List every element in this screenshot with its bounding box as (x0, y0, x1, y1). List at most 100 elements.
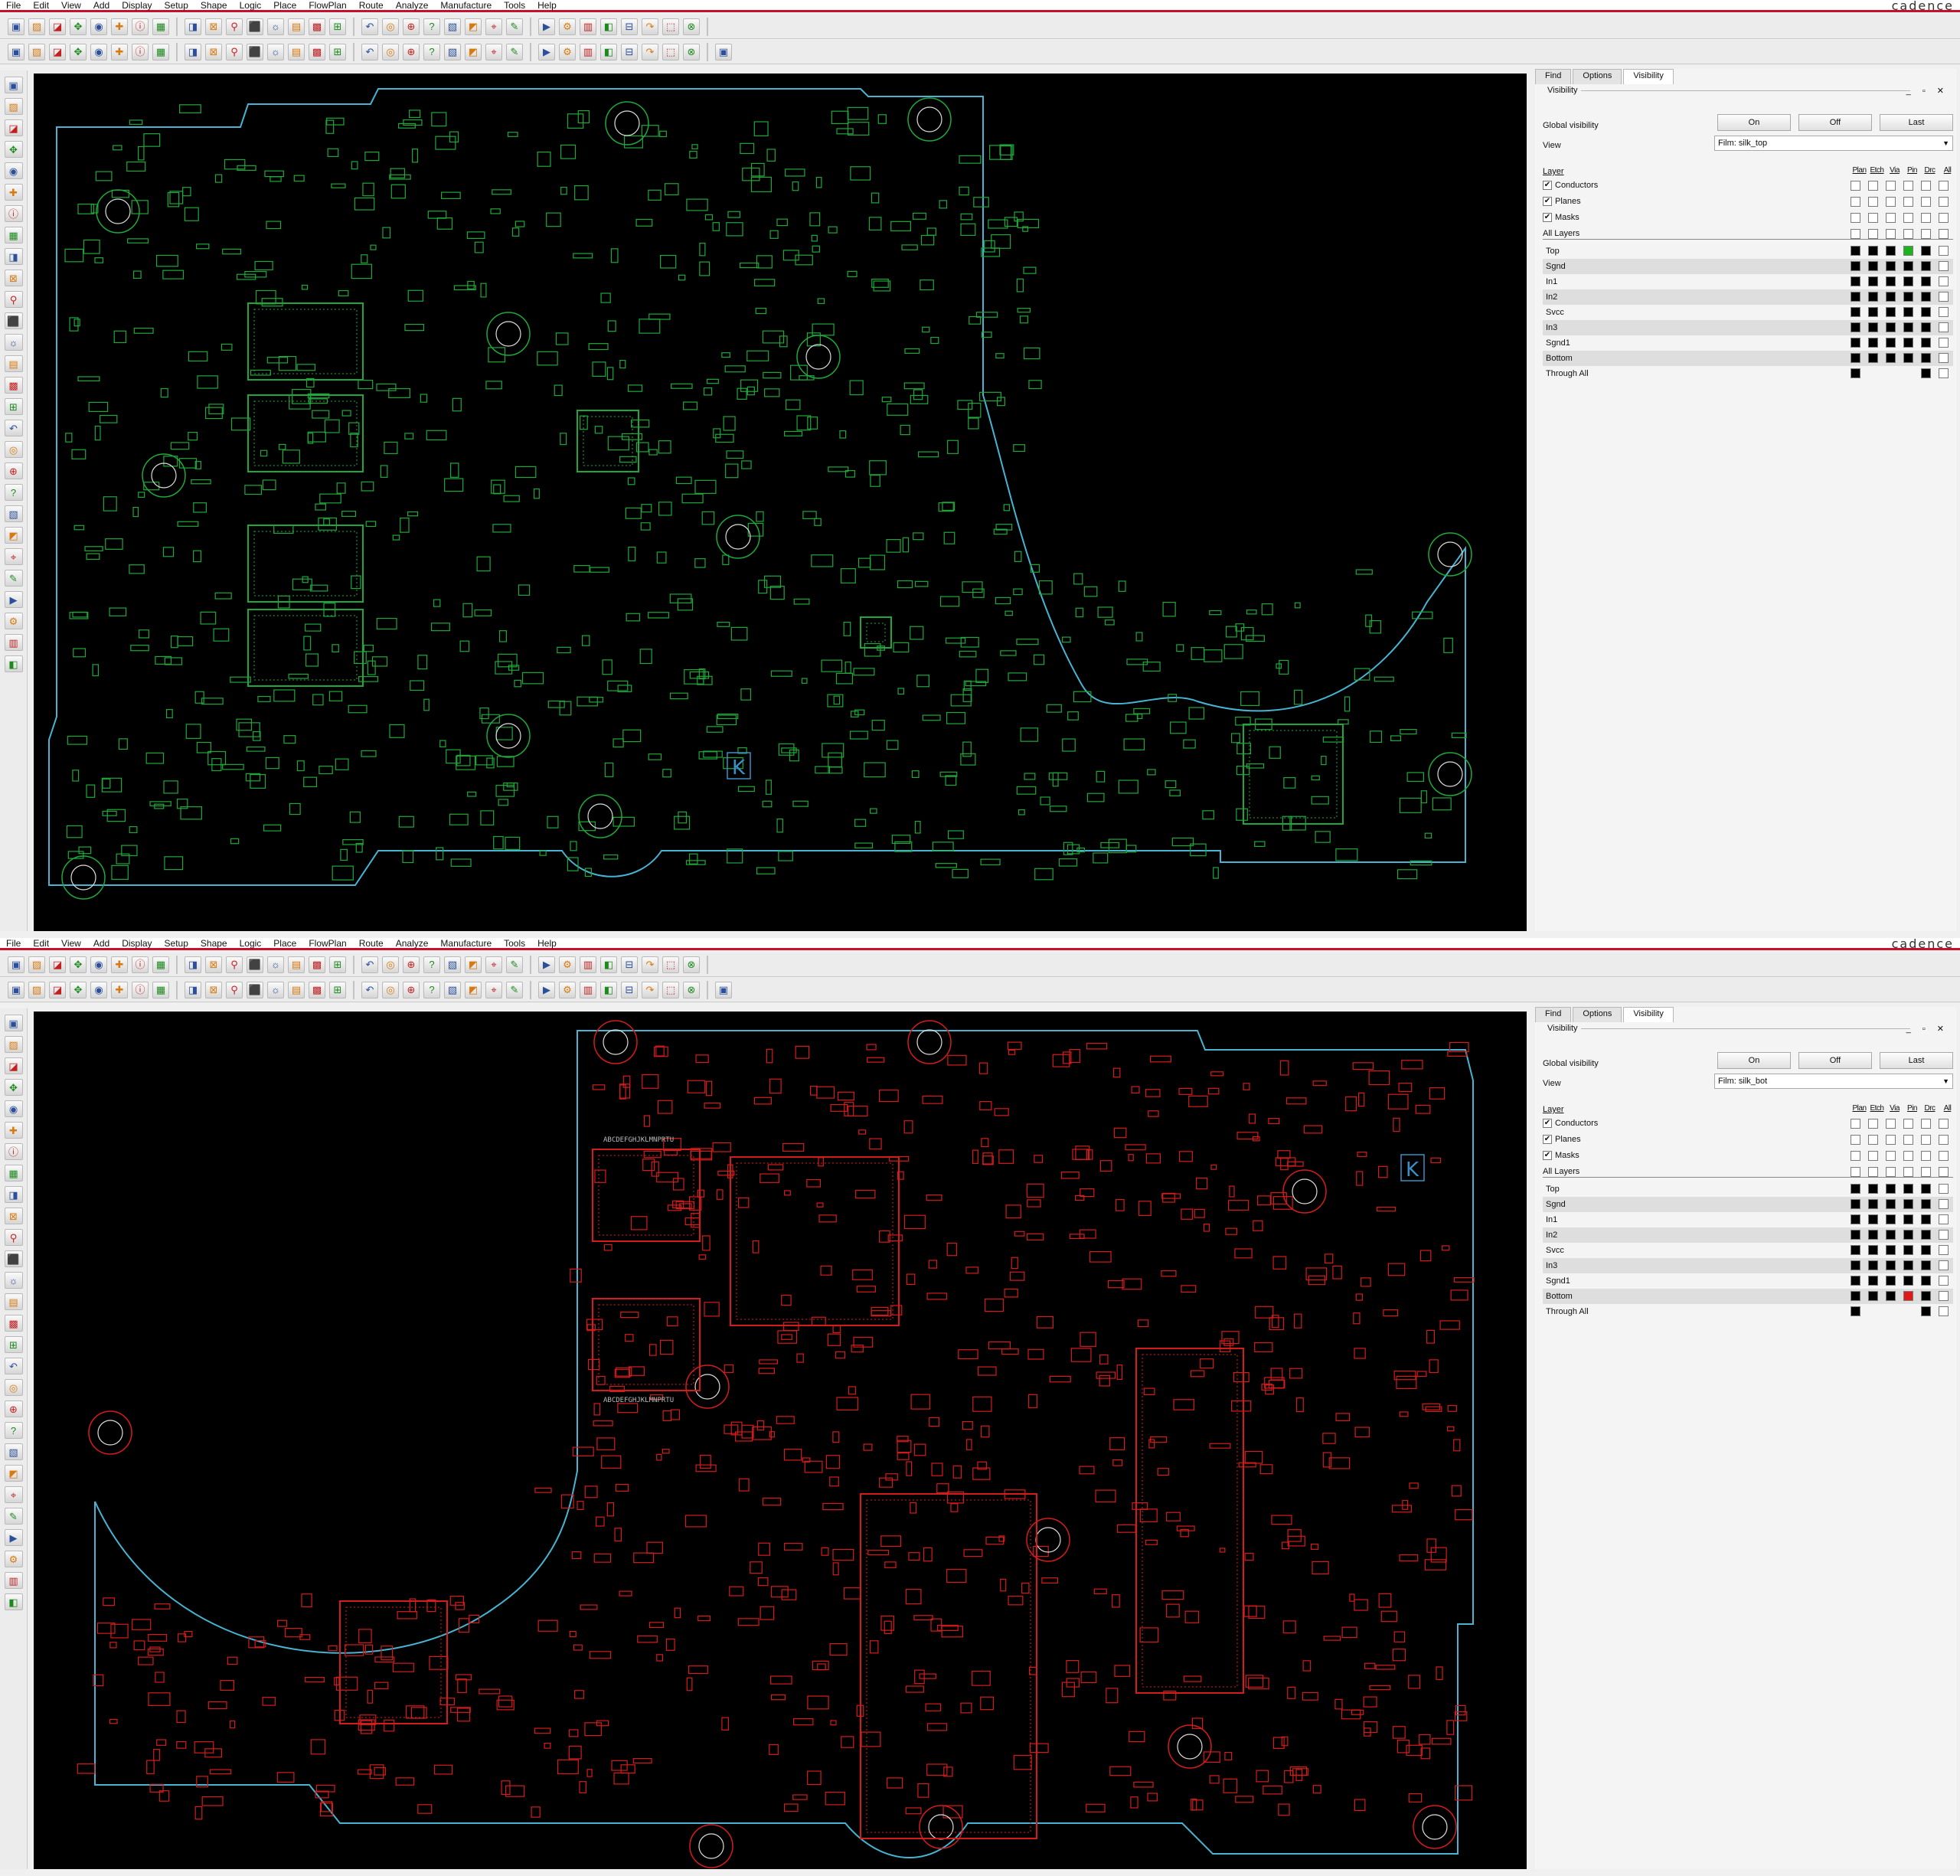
column-etch[interactable]: Etch (1868, 1104, 1886, 1113)
route-vias-icon[interactable]: ✥ (4, 141, 23, 158)
visibility-toggle[interactable] (1939, 1214, 1949, 1224)
arc-icon[interactable]: ▩ (4, 1315, 23, 1332)
visibility-toggle[interactable] (1903, 197, 1913, 207)
menu-tools[interactable]: Tools (498, 0, 531, 11)
visibility-toggle[interactable] (1851, 246, 1860, 256)
spread-icon[interactable]: ? (423, 43, 440, 60)
spread-icon[interactable]: ? (423, 981, 440, 998)
visibility-toggle[interactable] (1886, 1245, 1896, 1255)
visibility-toggle[interactable] (1851, 213, 1860, 223)
shape-add-icon[interactable]: ⚲ (4, 1229, 23, 1246)
visibility-toggle[interactable] (1868, 1245, 1878, 1255)
grid-icon[interactable]: ⚲ (226, 956, 243, 973)
visibility-toggle[interactable] (1868, 353, 1878, 363)
help2-icon[interactable]: ▣ (715, 981, 732, 998)
layer-vis-1-icon[interactable]: ▣ (8, 43, 24, 60)
padstack-icon[interactable]: ▧ (4, 1443, 23, 1460)
manufacture-icon[interactable]: ⬚ (662, 43, 679, 60)
visibility-toggle[interactable] (1903, 213, 1913, 223)
frectangle-icon[interactable]: ▤ (288, 43, 305, 60)
column-etch[interactable]: Etch (1868, 166, 1886, 175)
menu-manufacture[interactable]: Manufacture (434, 938, 498, 949)
shape-add-icon[interactable]: ⚲ (4, 291, 23, 308)
void-icon[interactable]: ▩ (309, 43, 325, 60)
column-pin[interactable]: Pin (1903, 1104, 1921, 1113)
zoom-out-icon[interactable]: ▤ (288, 956, 305, 973)
visibility-toggle[interactable] (1921, 246, 1931, 256)
property-icon[interactable]: ✎ (4, 570, 23, 587)
layer-vis-6-icon[interactable]: ✚ (111, 981, 128, 998)
visibility-toggle[interactable] (1903, 338, 1913, 348)
place-manual-icon[interactable]: ▦ (152, 981, 169, 998)
visibility-toggle[interactable] (1851, 1230, 1860, 1240)
visibility-toggle[interactable] (1886, 1119, 1896, 1129)
visibility-toggle[interactable] (1886, 1291, 1896, 1301)
save-icon[interactable]: ◪ (49, 18, 66, 35)
visibility-toggle[interactable] (1939, 229, 1949, 239)
zoom-out-icon[interactable]: ▤ (288, 18, 305, 35)
visibility-toggle[interactable] (1851, 1184, 1860, 1194)
visibility-toggle[interactable] (1921, 307, 1931, 317)
visibility-toggle[interactable] (1939, 368, 1949, 378)
visibility-toggle[interactable] (1903, 1214, 1913, 1224)
drc-icon[interactable]: ↷ (642, 18, 658, 35)
visibility-toggle[interactable] (1939, 181, 1949, 191)
global-off-button[interactable]: Off (1798, 114, 1872, 131)
circle-icon[interactable]: ⚲ (226, 981, 243, 998)
visibility-toggle[interactable] (1921, 1199, 1931, 1209)
place-icon[interactable]: ✚ (4, 1122, 23, 1139)
route-delay-icon[interactable]: ◪ (4, 119, 23, 136)
visibility-toggle[interactable] (1868, 322, 1878, 332)
menu-help[interactable]: Help (531, 0, 563, 11)
new-file-icon[interactable]: ▣ (8, 956, 24, 973)
global-last-button[interactable]: Last (1880, 114, 1953, 131)
find-icon[interactable]: ◩ (465, 18, 482, 35)
visibility-toggle[interactable] (1868, 213, 1878, 223)
visibility-toggle[interactable] (1939, 261, 1949, 271)
property-icon[interactable]: ✎ (4, 1508, 23, 1525)
menu-analyze[interactable]: Analyze (390, 938, 435, 949)
via-icon[interactable]: ◩ (465, 43, 482, 60)
zoom-prev-icon[interactable]: ⊞ (329, 956, 346, 973)
route-add-icon[interactable]: ▣ (4, 1015, 23, 1031)
void-icon[interactable]: ▩ (309, 981, 325, 998)
visibility-toggle[interactable] (1939, 1245, 1949, 1255)
via-icon[interactable]: ◩ (465, 981, 482, 998)
route-add-icon[interactable]: ▣ (4, 77, 23, 93)
visibility-toggle[interactable] (1851, 1199, 1860, 1209)
3d-view-icon[interactable]: ◎ (382, 18, 399, 35)
tab-options[interactable]: Options (1573, 69, 1622, 84)
custom-smooth-icon[interactable]: ⌖ (485, 43, 502, 60)
route-slide-icon[interactable]: ▨ (4, 1036, 23, 1053)
swap-icon[interactable]: ▦ (4, 1165, 23, 1181)
xnet-icon[interactable]: ◧ (600, 981, 617, 998)
route-fanout-icon[interactable]: ◉ (4, 162, 23, 179)
visibility-toggle[interactable] (1886, 197, 1896, 207)
visibility-toggle[interactable] (1851, 229, 1860, 239)
text-icon[interactable]: ⊞ (329, 981, 346, 998)
mirror-icon[interactable]: ◨ (4, 248, 23, 265)
view-select[interactable]: Film: silk_bot ▼ (1714, 1074, 1953, 1089)
menu-add[interactable]: Add (87, 0, 116, 11)
grid-icon[interactable]: ⚲ (226, 18, 243, 35)
text-add-icon[interactable]: ↶ (4, 1358, 23, 1374)
visibility-toggle[interactable] (1939, 1199, 1949, 1209)
visibility-toggle[interactable] (1939, 246, 1949, 256)
menu-display[interactable]: Display (116, 0, 158, 11)
move-icon[interactable]: ⓘ (4, 205, 23, 222)
visibility-toggle[interactable] (1868, 1184, 1878, 1194)
visibility-toggle[interactable] (1939, 1119, 1949, 1129)
xnet-icon[interactable]: ◧ (600, 43, 617, 60)
column-via[interactable]: Via (1886, 1104, 1903, 1113)
menu-route[interactable]: Route (353, 0, 390, 11)
route-fanout-icon[interactable]: ◉ (4, 1100, 23, 1117)
visibility-toggle[interactable] (1886, 1167, 1896, 1177)
column-plan[interactable]: Plan (1851, 166, 1868, 175)
visibility-toggle[interactable] (1921, 1276, 1931, 1286)
menu-place[interactable]: Place (267, 0, 302, 11)
diffpair-icon[interactable]: ▥ (580, 981, 596, 998)
custom-smooth-icon[interactable]: ⌖ (485, 981, 502, 998)
delete-icon[interactable]: ✚ (111, 956, 128, 973)
constraint-icon[interactable]: ↷ (642, 43, 658, 60)
dehighlight-icon[interactable]: ⚙ (559, 18, 576, 35)
